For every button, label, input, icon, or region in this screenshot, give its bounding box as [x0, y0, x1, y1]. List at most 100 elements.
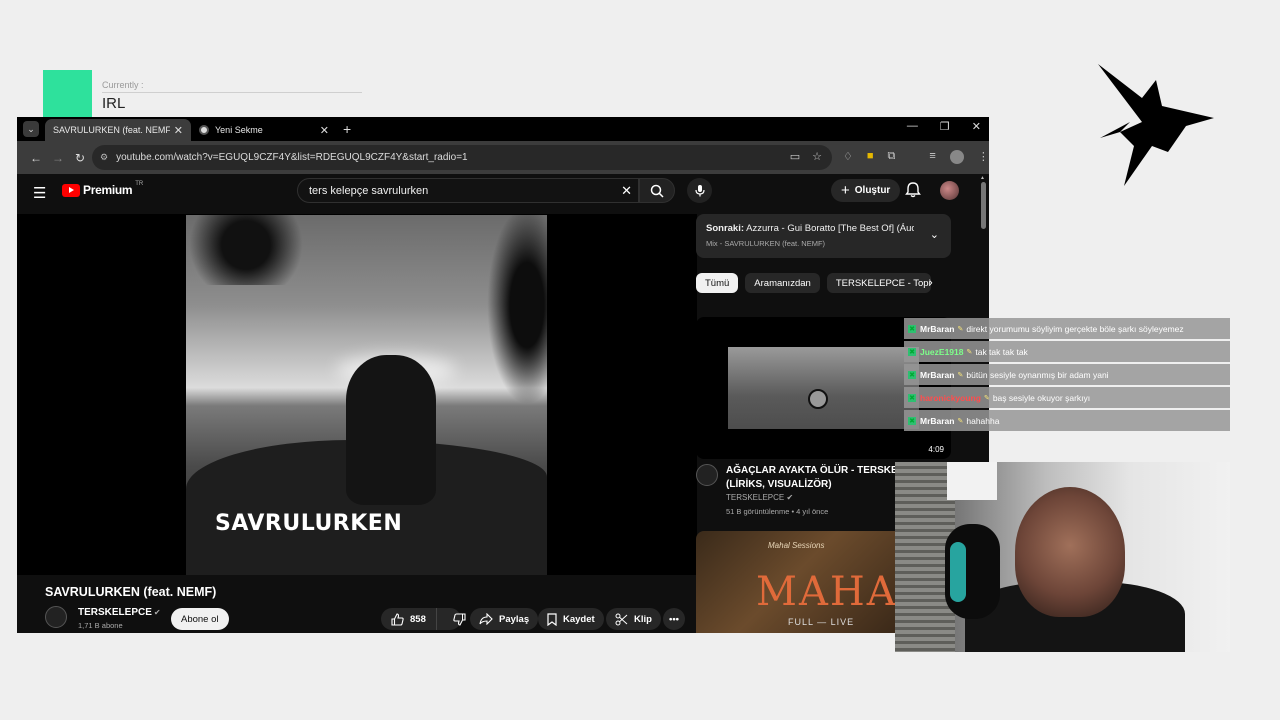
thumbnail-image [728, 347, 919, 429]
recommendation-channel[interactable]: TERSKELEPCE ✔ [726, 493, 793, 502]
chat-message: ✖ JuezE1918 ✎ tak tak tak tak [904, 341, 1230, 362]
tab-new-tab[interactable]: Yeni Sekme ✕ [191, 119, 337, 141]
share-button[interactable]: Paylaş [470, 608, 539, 630]
microphone-icon [694, 185, 705, 197]
chat-text: direkt yorumumu söyliyim gerçekte böle ş… [966, 323, 1184, 334]
up-next-panel[interactable]: Sonraki: Azzurra - Gui Boratto [The Best… [696, 214, 951, 258]
chevron-down-icon[interactable]: ⌄ [930, 228, 939, 241]
duration-badge: 4:09 [925, 444, 947, 455]
search-icon [650, 184, 664, 198]
status-accent-square [43, 70, 92, 119]
verified-icon: ✔ [153, 608, 161, 617]
more-dots-icon: ••• [669, 613, 679, 625]
chat-badge-icon: ✖ [908, 416, 916, 425]
thumbs-up-icon [391, 612, 404, 626]
close-icon[interactable]: ✕ [174, 124, 183, 137]
filter-chips: Tümü Aramanızdan TERSKELEPCE - Topic ö [696, 273, 931, 293]
recommendation-channel-avatar[interactable] [696, 464, 718, 486]
scrollbar-thumb[interactable] [981, 182, 986, 229]
status-kicker: Currently : [102, 80, 144, 90]
create-label: Oluştur [854, 185, 891, 196]
scroll-up-arrow-icon[interactable]: ▲ [980, 175, 985, 181]
notifications-bell-icon[interactable] [905, 181, 921, 198]
up-next-title: Sonraki: Azzurra - Gui Boratto [The Best… [706, 223, 914, 234]
logo-text: Premium [83, 183, 133, 197]
menu-icon[interactable]: ☰ [33, 184, 46, 202]
media-controls-icon[interactable]: ≡ [929, 150, 935, 164]
address-bar[interactable]: ⚙ youtube.com/watch?v=EGUQL9CZF4Y&list=R… [92, 145, 832, 170]
webcam-mic-light [950, 542, 966, 602]
artwork-tree-right [487, 215, 547, 405]
tab-youtube[interactable]: SAVRULURKEN (feat. NEMF) - Y ✕ [45, 119, 191, 184]
youtube-logo[interactable]: Premium TR [62, 181, 143, 197]
extension-bulb-icon[interactable]: ♢ [843, 150, 853, 164]
extensions-puzzle-icon[interactable]: ⧉ [888, 150, 896, 164]
browser-toolbar: ← → ↻ ⚙ youtube.com/watch?v=EGUQL9CZF4Y&… [17, 141, 989, 174]
chat-text: bütün sesiyle oynanmış bir adam yani [966, 369, 1109, 380]
video-title: SAVRULURKEN (feat. NEMF) [45, 585, 217, 599]
tab-bar: ⌄ SAVRULURKEN (feat. NEMF) - Y ✕ Yeni Se… [17, 117, 989, 184]
scissors-icon [615, 613, 628, 625]
like-dislike-group: 858 [381, 608, 466, 630]
cast-icon[interactable]: ▭ [790, 150, 800, 163]
chat-message: ✖ MrBaran ✎ hahahha [904, 410, 1230, 431]
voice-search-button[interactable] [687, 178, 712, 203]
bookmark-star-icon[interactable]: ☆ [812, 150, 822, 163]
extension-yellow-icon[interactable]: ■ [867, 150, 874, 164]
clear-search-icon[interactable]: ✕ [621, 183, 632, 199]
chip-channel-topic[interactable]: TERSKELEPCE - Topic ö [826, 273, 931, 293]
create-button[interactable]: + Oluştur [831, 179, 901, 202]
search-input[interactable] [309, 184, 599, 197]
back-icon[interactable]: ← [25, 151, 47, 165]
webcam-streamer [1015, 487, 1125, 617]
reload-icon[interactable]: ↻ [69, 151, 91, 165]
chat-badge-icon: ✖ [908, 393, 916, 402]
profile-avatar-icon[interactable] [949, 150, 964, 164]
stream-chat: ✖ MrBaran ✎ direkt yorumumu söyliyim gerçek… [904, 318, 1230, 433]
url-text[interactable]: youtube.com/watch?v=EGUQL9CZF4Y&list=RDE… [116, 152, 468, 163]
close-icon[interactable]: ✕ [320, 124, 329, 137]
chat-pencil-icon: ✎ [966, 348, 973, 356]
new-tab-button[interactable]: + [343, 121, 351, 137]
chat-username: haronickyoung [920, 392, 981, 403]
thumbnail-sign [808, 389, 828, 409]
chevron-right-icon[interactable]: › [929, 277, 933, 289]
up-next-mix: Mix - SAVRULURKEN (feat. NEMF) [706, 239, 826, 248]
subscribe-button[interactable]: Abone ol [171, 608, 229, 630]
close-window-icon[interactable]: ✕ [972, 120, 981, 133]
tab-title: Yeni Sekme [215, 125, 263, 135]
browser-menu-icon[interactable]: ⋮ [978, 150, 989, 164]
thumbnail-script-text: Mahal Sessions [768, 541, 825, 550]
save-button[interactable]: Kaydet [538, 608, 604, 630]
like-button[interactable]: 858 [381, 608, 437, 630]
status-divider [102, 92, 362, 93]
search-button[interactable] [639, 178, 675, 203]
chip-all[interactable]: Tümü [696, 273, 739, 293]
minimize-icon[interactable]: — [907, 120, 918, 133]
channel-avatar[interactable] [45, 606, 67, 628]
video-player[interactable]: SAVRULURKEN [17, 214, 697, 575]
album-artwork: SAVRULURKEN [186, 215, 547, 575]
verified-icon: ✔ [786, 493, 794, 502]
restore-icon[interactable]: ❐ [940, 120, 950, 133]
like-count: 858 [410, 613, 426, 625]
chip-from-search[interactable]: Aramanızdan [745, 273, 820, 293]
chat-text: tak tak tak tak [975, 346, 1028, 357]
account-avatar[interactable] [940, 181, 959, 200]
channel-name[interactable]: TERSKELEPCE ✔ [78, 607, 161, 618]
up-next-prefix: Sonraki: [706, 223, 745, 234]
artwork-tree-left [186, 215, 316, 285]
site-info-icon[interactable]: ⚙ [100, 152, 108, 163]
chat-username: JuezE1918 [920, 346, 964, 357]
tab-search-button[interactable]: ⌄ [23, 121, 39, 137]
more-actions-button[interactable]: ••• [663, 608, 685, 630]
recommendation-meta: 51 B görüntülenme • 4 yıl önce [726, 507, 829, 516]
chat-badge-icon: ✖ [908, 324, 916, 333]
clip-button[interactable]: Klip [606, 608, 661, 630]
chat-message: ✖ haronickyoung ✎ baş sesiyle okuyor şarkıy… [904, 387, 1230, 408]
save-label: Kaydet [563, 613, 595, 625]
forward-icon[interactable]: → [47, 151, 69, 165]
chat-username: MrBaran [920, 323, 955, 334]
thumbnail-subtitle-text: FULL — LIVE [788, 617, 855, 627]
artwork-person [346, 355, 436, 505]
